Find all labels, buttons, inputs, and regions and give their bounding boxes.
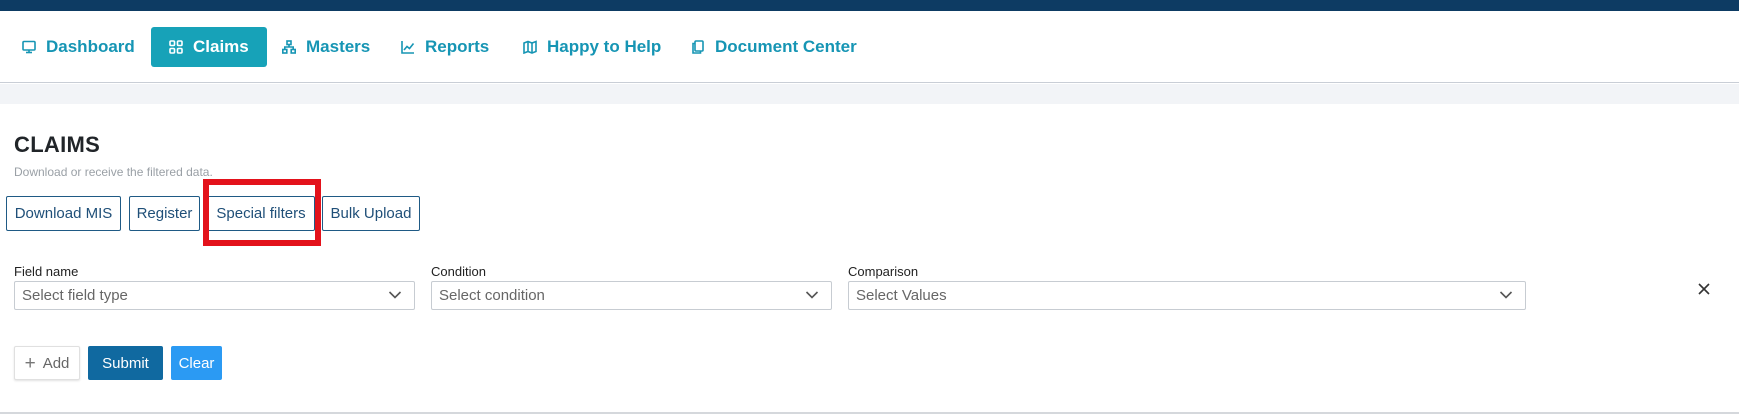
nav-claims-label: Claims — [193, 37, 249, 56]
close-icon[interactable] — [1695, 280, 1713, 298]
field-name-placeholder: Select field type — [22, 287, 128, 304]
nav-document-center-label: Document Center — [715, 37, 857, 56]
add-label: Add — [42, 354, 70, 372]
register-button[interactable]: Register — [129, 196, 200, 231]
page-title: CLAIMS — [14, 132, 101, 157]
page-band — [0, 84, 1739, 104]
monitor-icon — [22, 40, 36, 54]
condition-label: Condition — [431, 264, 486, 279]
condition-select[interactable]: Select condition — [431, 281, 832, 310]
nav-claims[interactable]: Claims — [151, 27, 267, 67]
comparison-placeholder: Select Values — [856, 287, 947, 304]
nav-happy-to-help-label: Happy to Help — [547, 37, 662, 56]
field-name-select[interactable]: Select field type — [14, 281, 415, 310]
add-filter-button[interactable]: + Add — [14, 346, 80, 380]
nav-document-center[interactable]: Document Center — [691, 27, 857, 67]
chart-line-icon — [401, 41, 415, 54]
download-mis-button[interactable]: Download MIS — [6, 196, 121, 231]
submit-button[interactable]: Submit — [88, 346, 163, 380]
condition-placeholder: Select condition — [439, 287, 545, 304]
chevron-down-icon — [1499, 291, 1513, 299]
nav-masters[interactable]: Masters — [282, 27, 370, 67]
nav-reports[interactable]: Reports — [401, 27, 489, 67]
bulk-upload-button[interactable]: Bulk Upload — [322, 196, 420, 231]
plus-icon: + — [24, 352, 36, 374]
nav-reports-label: Reports — [425, 37, 490, 56]
nav-happy-to-help[interactable]: Happy to Help — [523, 27, 661, 67]
grid-icon — [169, 40, 183, 54]
bottom-divider — [0, 412, 1739, 414]
nav-dashboard[interactable]: Dashboard — [22, 27, 135, 67]
highlight-box — [203, 179, 321, 246]
field-name-label: Field name — [14, 264, 79, 279]
comparison-select[interactable]: Select Values — [848, 281, 1526, 310]
clear-button[interactable]: Clear — [171, 346, 222, 380]
chevron-down-icon — [388, 291, 402, 299]
top-navbar: Dashboard Claims Masters Reports Happy t… — [0, 11, 1739, 83]
chevron-down-icon — [805, 291, 819, 299]
claims-panel: CLAIMS Download or receive the filtered … — [0, 104, 1739, 412]
nav-dashboard-label: Dashboard — [46, 37, 135, 56]
page-subtitle: Download or receive the filtered data. — [14, 165, 213, 179]
nav-masters-label: Masters — [306, 37, 371, 56]
documents-icon — [692, 40, 704, 54]
map-icon — [523, 40, 537, 54]
top-strip — [0, 0, 1739, 11]
comparison-label: Comparison — [848, 264, 919, 279]
sitemap-icon — [282, 40, 296, 54]
